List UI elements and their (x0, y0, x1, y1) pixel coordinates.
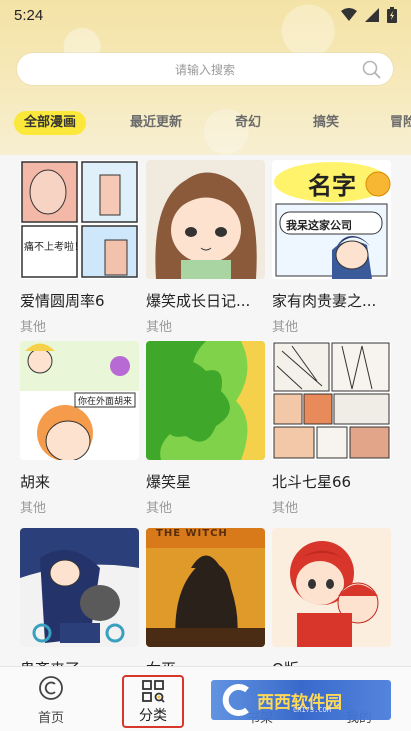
comic-genre: 其他 (272, 320, 299, 335)
comic-genre: 其他 (20, 320, 47, 335)
comic-genre: 其他 (20, 501, 47, 516)
nav-category-label: 分类 (139, 708, 167, 724)
wifi-icon (341, 8, 357, 21)
comic-card[interactable]: THE WITCH 女巫 其他 (146, 528, 265, 703)
status-bar: 5:24 (0, 0, 411, 30)
cover-title-text: 名字 (308, 172, 356, 200)
nav-category[interactable]: 分类 (122, 675, 184, 728)
comic-cover[interactable] (146, 341, 265, 460)
tab-fantasy[interactable]: 奇幻 (235, 111, 261, 135)
comic-card[interactable]: 北斗七星66 其他 (272, 341, 391, 516)
comic-genre: 其他 (146, 320, 173, 335)
watermark-c-icon (222, 684, 249, 716)
cover-title-text: THE WITCH (156, 528, 228, 539)
comic-cover[interactable]: 痛不上考啦！ (20, 160, 139, 279)
tab-recent-updates[interactable]: 最近更新 (130, 111, 182, 135)
cover-speech-bubble: 我呆这家公司 (286, 219, 352, 232)
comic-genre: 其他 (272, 501, 299, 516)
comic-card[interactable]: Q版 其他 (272, 528, 391, 703)
watermark-url: CR173.COM (293, 706, 331, 714)
comic-title: 爆笑星 (146, 473, 192, 491)
tab-all-comics[interactable]: 全部漫画 (14, 111, 87, 135)
search-placeholder: 请输入搜索 (174, 62, 235, 77)
comic-cover[interactable] (20, 528, 139, 647)
cover-speech-bubble: 你在外面胡来 (78, 397, 133, 407)
comic-card[interactable]: 鬼斋来了 其他 (20, 528, 139, 703)
nav-home-label: 首页 (37, 711, 64, 726)
comic-cover[interactable] (272, 528, 391, 647)
comic-card[interactable]: 你在外面胡来 胡来 其他 (20, 341, 139, 516)
comic-title: 胡来 (20, 473, 51, 491)
comic-title: 爱情圆周率6 (20, 292, 105, 310)
home-icon (39, 676, 63, 700)
tab-adventure[interactable]: 冒险 (390, 111, 411, 135)
comic-title: 爆笑成长日记... (146, 292, 251, 310)
status-icons (341, 7, 397, 23)
status-time: 5:24 (14, 6, 44, 24)
comic-cover[interactable] (146, 160, 265, 279)
watermark-logo: 西西软件园 CR173.COM (211, 680, 391, 720)
cover-speech-bubble: 痛不上考啦！ (24, 242, 84, 253)
comic-genre: 其他 (146, 501, 173, 516)
search-input[interactable]: 请输入搜索 (17, 53, 393, 85)
comic-card[interactable]: 名字 我呆这家公司 家有肉贵妻之... 其他 (272, 160, 391, 335)
nav-home[interactable]: 首页 (10, 667, 92, 731)
comic-card[interactable]: 痛不上考啦！ 爱情圆周率6 其他 (20, 160, 139, 335)
category-tabs: 全部漫画 最近更新 奇幻 搞笑 冒险 (0, 111, 411, 137)
comic-card[interactable]: 爆笑成长日记... 其他 (146, 160, 265, 335)
signal-icon (365, 8, 379, 22)
comic-cover[interactable]: 名字 我呆这家公司 (272, 160, 391, 279)
comic-title: 家有肉贵妻之... (272, 292, 377, 310)
comic-cover[interactable]: 你在外面胡来 (20, 341, 139, 460)
search-icon[interactable] (362, 60, 381, 79)
comic-cover[interactable]: THE WITCH (146, 528, 265, 647)
comic-title: 北斗七星66 (272, 473, 352, 491)
comic-card[interactable]: 爆笑星 其他 (146, 341, 265, 516)
tab-funny[interactable]: 搞笑 (313, 111, 339, 135)
battery-icon (387, 7, 397, 23)
comic-cover[interactable] (272, 341, 391, 460)
category-icon (142, 680, 165, 703)
